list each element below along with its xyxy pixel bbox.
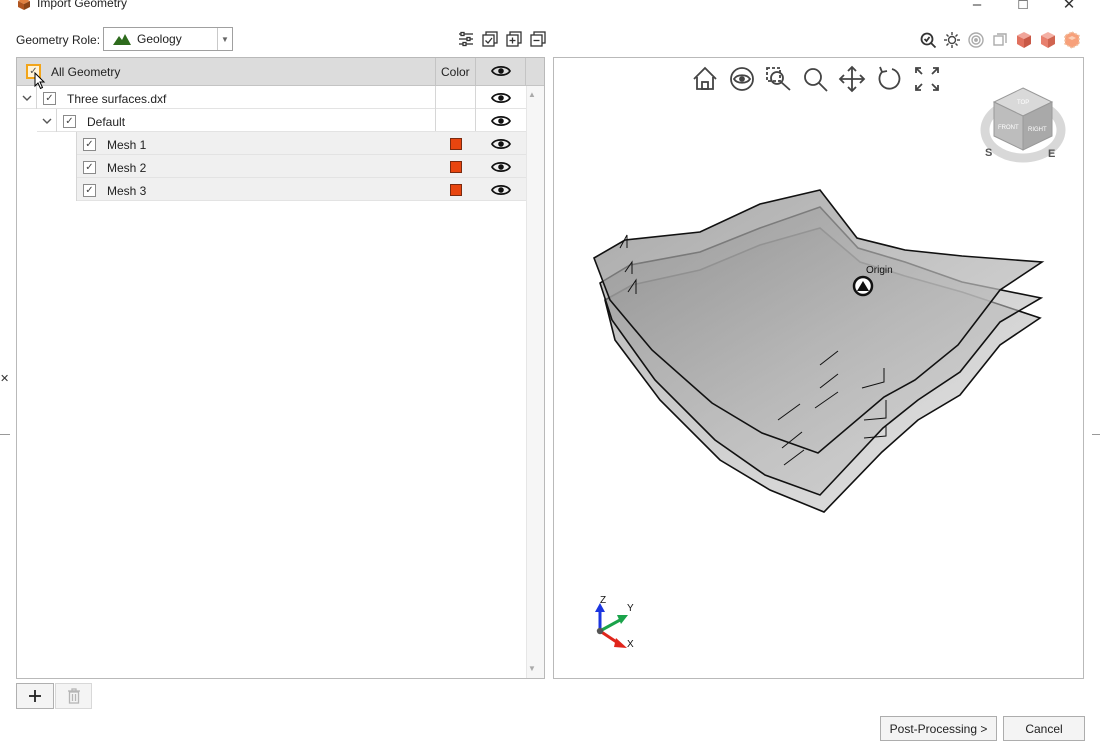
eye-icon[interactable] [491, 114, 511, 128]
zoom-icon[interactable] [804, 68, 828, 92]
add-button[interactable] [16, 683, 54, 709]
mesh-label: Mesh 1 [107, 138, 147, 152]
pan-icon[interactable] [838, 65, 866, 93]
geometry-role-value: Geology [137, 32, 182, 46]
view-cube[interactable]: TOP FRONT RIGHT S E [980, 87, 1066, 163]
surface-mesh-1 [593, 189, 1045, 454]
title-bar [0, 0, 1100, 18]
origin-label: Origin [866, 265, 893, 276]
eye-icon[interactable] [491, 137, 511, 151]
mesh-label: Mesh 3 [107, 184, 147, 198]
window-title: Import Geometry [37, 0, 128, 10]
splitter-handle-icon[interactable]: ✕ [0, 372, 9, 385]
splitter-line [1092, 434, 1100, 435]
cube-face-front: FRONT [998, 125, 1019, 131]
app-logo-icon [18, 0, 30, 10]
mesh-checkbox[interactable]: ✓ [83, 161, 96, 174]
maximize-button[interactable]: □ [1013, 0, 1033, 14]
mountain-icon [113, 34, 131, 45]
transform-icon[interactable] [990, 30, 1010, 50]
axis-y-label: Y [627, 603, 634, 614]
fullscreen-icon[interactable] [915, 67, 939, 91]
eye-icon[interactable] [491, 183, 511, 197]
axis-triad: Z Y X [595, 595, 634, 650]
home-view-icon[interactable] [693, 66, 717, 90]
delete-button[interactable] [55, 683, 92, 709]
scroll-down-icon[interactable]: ▼ [528, 664, 536, 673]
group-label: Default [87, 115, 126, 129]
header-separator [525, 58, 526, 86]
mesh-checkbox[interactable]: ✓ [83, 138, 96, 151]
geometry-role-label: Geometry Role: [16, 33, 101, 47]
group-checkbox[interactable]: ✓ [63, 115, 76, 128]
minimize-button[interactable]: – [967, 0, 987, 14]
rotate-icon[interactable] [878, 66, 901, 90]
color-column-header: Color [441, 65, 470, 79]
chevron-down-icon[interactable] [20, 91, 34, 105]
scroll-up-icon[interactable]: ▲ [528, 90, 536, 99]
view-eye-icon[interactable] [730, 67, 754, 91]
3d-scene: TOP FRONT RIGHT S E Origin Z Y X [593, 65, 1066, 650]
tree-scrollbar[interactable] [526, 86, 544, 678]
tree-indent-line [56, 109, 57, 132]
splitter-line [0, 434, 10, 435]
axis-x-label: X [627, 639, 634, 650]
tree-indent-line [76, 132, 77, 201]
lighting-icon[interactable] [942, 30, 962, 50]
zoom-extents-icon[interactable] [918, 30, 938, 50]
box-highlight-icon[interactable] [1062, 30, 1082, 50]
collapse-all-icon[interactable] [529, 30, 547, 48]
color-swatch[interactable] [450, 161, 462, 173]
mesh-checkbox[interactable]: ✓ [83, 184, 96, 197]
color-swatch[interactable] [450, 138, 462, 150]
filter-settings-icon[interactable] [457, 30, 475, 48]
post-processing-button[interactable]: Post-Processing > [880, 716, 997, 741]
eye-icon[interactable] [491, 160, 511, 174]
close-button[interactable]: ✕ [1059, 0, 1079, 14]
trash-icon [67, 688, 80, 704]
compass-south: S [985, 147, 992, 159]
cancel-button[interactable]: Cancel [1003, 716, 1085, 741]
chevron-down-icon: ▼ [217, 28, 232, 50]
eye-icon[interactable] [491, 91, 511, 105]
tree-indent-line [36, 86, 37, 109]
axis-z-label: Z [600, 595, 606, 606]
box-select-icon[interactable] [1014, 30, 1034, 50]
all-geometry-label: All Geometry [51, 65, 121, 79]
box-solid-icon[interactable] [1038, 30, 1058, 50]
file-label: Three surfaces.dxf [67, 92, 167, 106]
cube-face-right: RIGHT [1028, 127, 1047, 133]
file-checkbox[interactable]: ✓ [43, 92, 56, 105]
header-separator [475, 58, 476, 86]
header-separator [435, 58, 436, 86]
expand-all-icon[interactable] [505, 30, 523, 48]
target-icon[interactable] [966, 30, 986, 50]
check-all-icon[interactable] [481, 30, 499, 48]
geometry-role-dropdown[interactable]: Geology ▼ [103, 27, 233, 51]
compass-east: E [1048, 148, 1055, 160]
plus-icon [29, 690, 41, 702]
mesh-label: Mesh 2 [107, 161, 147, 175]
eye-icon[interactable] [491, 64, 511, 78]
color-swatch[interactable] [450, 184, 462, 196]
cube-face-top: TOP [1017, 100, 1029, 106]
zoom-window-icon[interactable] [766, 67, 791, 91]
chevron-down-icon[interactable] [40, 114, 54, 128]
